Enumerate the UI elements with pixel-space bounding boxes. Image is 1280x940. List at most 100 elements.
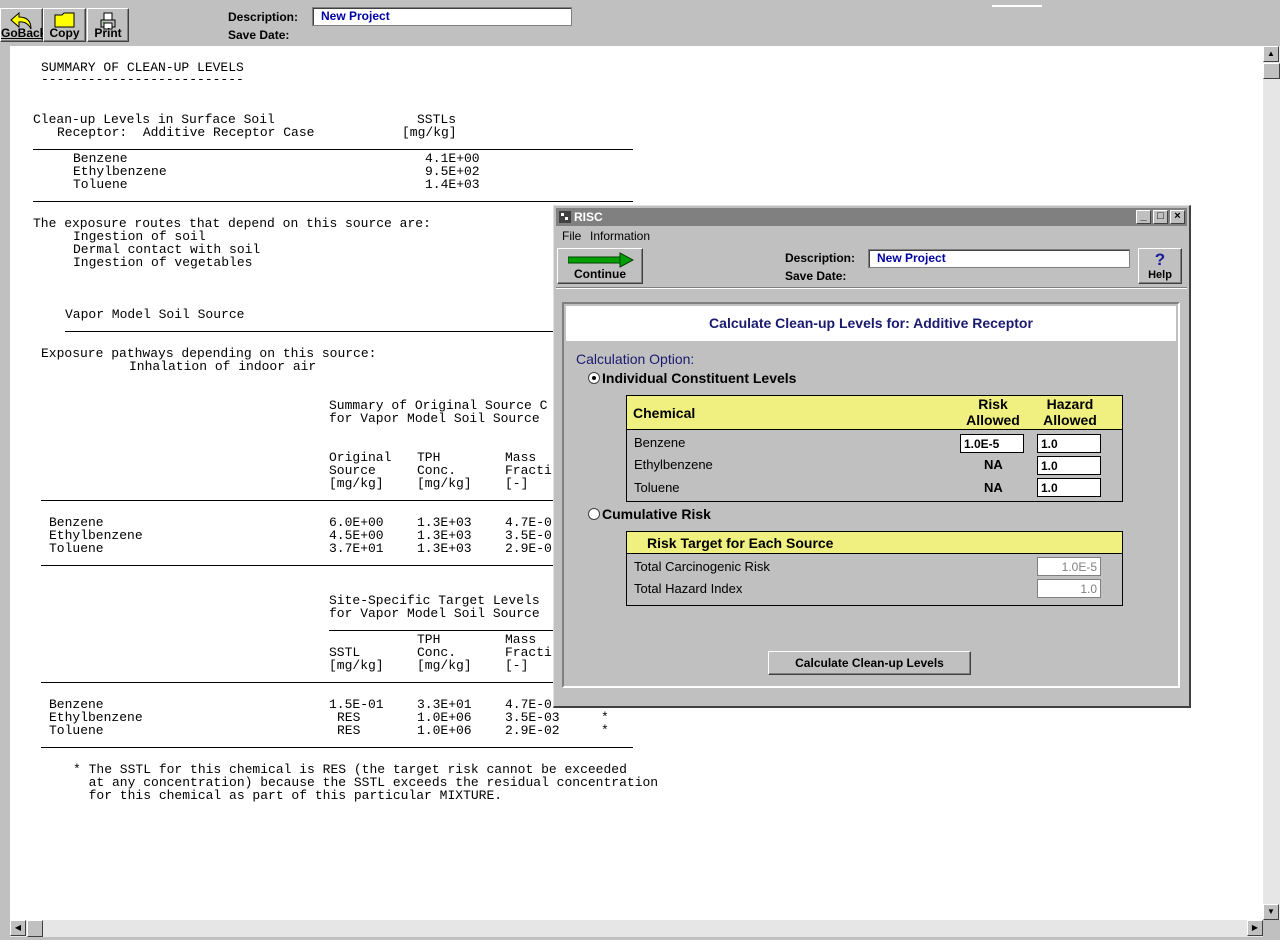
col-risk-1: Risk [978, 396, 1008, 412]
total-hazard-index-input[interactable]: 1.0 [1037, 579, 1101, 598]
cumulative-label[interactable]: Cumulative Risk [602, 506, 711, 522]
total-carcinogenic-risk-input[interactable]: 1.0E-5 [1037, 557, 1101, 576]
risk-target-table: Risk Target for Each Source Total Carcin… [626, 531, 1123, 606]
orig-source: 3.7E+01 [329, 541, 384, 556]
target-mass: 2.9E-02 [505, 723, 560, 738]
dialog-description-field[interactable]: New Project [868, 249, 1130, 268]
col-header: [mg/kg] [329, 658, 384, 673]
calc-option-label: Calculation Option: [576, 351, 695, 367]
goback-label: GoBack [1, 26, 47, 40]
scroll-down-icon[interactable]: ▼ [1263, 904, 1279, 920]
copy-label: Copy [49, 26, 80, 40]
col-header: [-] [505, 658, 529, 673]
cumulative-radio[interactable] [588, 508, 600, 520]
col-header: [mg/kg] [417, 476, 472, 491]
toluene-hazard-input[interactable]: 1.0 [1037, 478, 1101, 497]
divider [41, 747, 633, 748]
divider [65, 331, 610, 332]
scroll-right-icon[interactable]: ▶ [1247, 920, 1263, 936]
app-icon [559, 211, 571, 223]
scroll-left-icon[interactable]: ◀ [10, 920, 26, 936]
total-carcinogenic-risk-label: Total Carcinogenic Risk [634, 559, 770, 574]
divider [41, 565, 611, 566]
col-risk-2: Allowed [966, 412, 1020, 428]
row-chemical: Benzene [634, 435, 686, 450]
report-title-underline: -------------------------- [41, 72, 244, 87]
col-chemical: Chemical [633, 405, 696, 421]
toolbar-right-area [992, 0, 1280, 45]
dialog-save-date-label: Save Date: [785, 269, 847, 283]
divider [33, 149, 633, 150]
print-button[interactable]: Print [87, 8, 129, 42]
continue-label: Continue [574, 267, 626, 281]
target-tph: 1.0E+06 [417, 723, 472, 738]
continue-button[interactable]: Continue [557, 248, 643, 284]
individual-label[interactable]: Individual Constituent Levels [602, 370, 796, 386]
individual-radio[interactable] [588, 372, 600, 384]
risc-dialog: RISC _ □ × File Information Continue Des… [553, 205, 1191, 708]
menu-information[interactable]: Information [590, 229, 650, 243]
target-subtitle: for Vapor Model Soil Source [329, 606, 540, 621]
orig-tph: 1.3E+03 [417, 541, 472, 556]
section1-receptor: Receptor: Additive Receptor Case [57, 125, 315, 140]
help-button[interactable]: ? Help [1138, 248, 1182, 284]
col-header: [-] [505, 476, 529, 491]
footnote-line: for this chemical as part of this partic… [73, 788, 503, 803]
vertical-scrollbar[interactable]: ▲ ▼ [1263, 46, 1280, 920]
scroll-thumb[interactable] [27, 920, 43, 937]
calc-panel: Calculate Clean-up Levels for: Additive … [562, 302, 1180, 688]
col-header: [mg/kg] [417, 658, 472, 673]
benzene-risk-input[interactable]: 1.0E-5 [960, 434, 1024, 453]
copy-button[interactable]: Copy [43, 8, 86, 42]
title-bar[interactable]: RISC _ □ × [556, 208, 1187, 226]
chem-value: 1.4E+03 [425, 177, 480, 192]
chem-name: Toluene [49, 723, 104, 738]
maximize-icon[interactable]: □ [1153, 210, 1168, 224]
close-icon[interactable]: × [1170, 210, 1185, 224]
divider [992, 5, 1042, 7]
col-hazard-1: Hazard [1046, 396, 1094, 412]
constituent-table: Chemical Risk Allowed Hazard Allowed Ben… [626, 395, 1123, 502]
orig-summary-subtitle: for Vapor Model Soil Source [329, 411, 540, 426]
chem-name: Toluene [73, 177, 128, 192]
toluene-risk-value: NA [984, 480, 1003, 495]
orig-mass: 2.9E-0 [505, 541, 552, 556]
row-chemical: Ethylbenzene [634, 457, 713, 472]
col-header: [mg/kg] [329, 476, 384, 491]
chem-name: Toluene [49, 541, 104, 556]
row-chemical: Toluene [634, 480, 680, 495]
arrow-right-icon [568, 252, 634, 268]
help-icon: ? [1154, 250, 1166, 269]
dialog-description-label: Description: [785, 251, 856, 265]
main-toolbar: GoBack Copy Print Description: Save Date… [0, 0, 1040, 45]
ethylbenzene-hazard-input[interactable]: 1.0 [1037, 456, 1101, 475]
pathway: Inhalation of indoor air [129, 359, 317, 374]
calculate-button[interactable]: Calculate Clean-up Levels [768, 651, 971, 675]
goback-button[interactable]: GoBack [0, 8, 47, 42]
horizontal-scrollbar[interactable]: ◀ ▶ [10, 920, 1263, 937]
divider [41, 500, 611, 501]
print-label: Print [94, 26, 122, 40]
table-header: Chemical Risk Allowed Hazard Allowed [627, 396, 1122, 430]
menu-bar: File Information [556, 227, 1187, 245]
calc-header: Calculate Clean-up Levels for: Additive … [566, 306, 1176, 341]
ethylbenzene-risk-value: NA [984, 457, 1003, 472]
scroll-thumb[interactable] [1263, 63, 1280, 79]
total-hazard-index-label: Total Hazard Index [634, 581, 743, 596]
sstl-units: [mg/kg] [402, 125, 457, 140]
description-field[interactable]: New Project [312, 7, 572, 26]
divider [41, 682, 633, 683]
help-label: Help [1148, 269, 1172, 281]
risk-target-title: Risk Target for Each Source [647, 535, 834, 551]
scroll-up-icon[interactable]: ▲ [1263, 46, 1279, 62]
benzene-hazard-input[interactable]: 1.0 [1037, 434, 1101, 453]
save-date-label: Save Date: [228, 28, 290, 42]
divider [556, 288, 1187, 289]
menu-file[interactable]: File [562, 229, 581, 243]
target-flag: * [601, 723, 609, 738]
target-sstl: RES [337, 723, 361, 738]
description-label: Description: [228, 10, 299, 24]
divider [33, 201, 633, 202]
risk-target-header: Risk Target for Each Source [627, 532, 1122, 554]
minimize-icon[interactable]: _ [1136, 210, 1151, 224]
